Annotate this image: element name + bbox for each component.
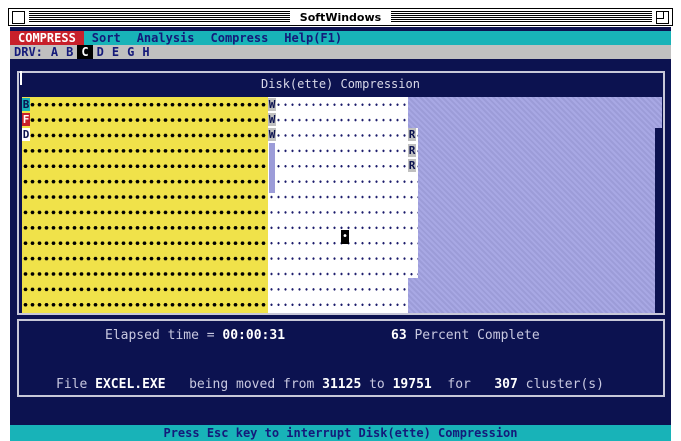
- row-mark-d: D: [22, 128, 30, 141]
- elapsed-label: Elapsed time =: [105, 328, 223, 343]
- w-mark-3: W: [268, 128, 276, 141]
- drive-h[interactable]: H: [138, 45, 153, 59]
- map-cursor-icon: •: [341, 230, 349, 244]
- from-cluster: 31125: [322, 377, 362, 392]
- disk-map-title: Disk(ette) Compression: [261, 77, 420, 91]
- menu-item-compress-active[interactable]: COMPRESS: [10, 31, 84, 45]
- free-cluster-dots: [268, 97, 408, 313]
- cluster-count: 307: [494, 377, 518, 392]
- r-mark-2: R: [408, 144, 416, 157]
- r-mark-1: R: [408, 128, 416, 141]
- drive-e[interactable]: E: [108, 45, 123, 59]
- to-cluster: 19751: [392, 377, 432, 392]
- file-label: File: [56, 377, 96, 392]
- w-mark-2: W: [268, 113, 276, 126]
- title-bar-stripes: [29, 11, 290, 23]
- title-bar-stripes-right: [391, 11, 652, 23]
- used-cluster-diamonds: [22, 97, 268, 313]
- drive-g[interactable]: G: [123, 45, 138, 59]
- elapsed-time-line: Elapsed time = 00:00:31: [105, 328, 285, 343]
- r-mark-3: R: [408, 159, 416, 172]
- row-mark-b: B: [22, 98, 30, 111]
- app-window: SoftWindows COMPRESS Sort Analysis Compr…: [0, 0, 681, 441]
- drive-a[interactable]: A: [47, 45, 62, 59]
- drive-bar: DRV: A B C D E G H: [10, 45, 671, 59]
- menu-bar: COMPRESS Sort Analysis Compress Help(F1): [10, 31, 671, 45]
- title-bar[interactable]: SoftWindows: [8, 8, 673, 26]
- cluster-label: cluster(s): [517, 377, 604, 392]
- percent-complete-line: 63 Percent Complete: [391, 328, 540, 343]
- menu-item-analysis[interactable]: Analysis: [129, 31, 203, 45]
- file-name: EXCEL.EXE: [95, 377, 166, 392]
- drive-d[interactable]: D: [93, 45, 108, 59]
- elapsed-value: 00:00:31: [222, 328, 286, 343]
- close-box-icon[interactable]: [12, 10, 25, 24]
- map-right-edge: [655, 128, 662, 313]
- row-mark-f: F: [22, 113, 30, 126]
- unused-disk-area: [408, 97, 662, 313]
- zoom-box-icon[interactable]: [656, 10, 669, 24]
- menu-item-help[interactable]: Help(F1): [276, 31, 350, 45]
- file-move-line: File EXCEL.EXE being moved from 31125 to…: [56, 377, 604, 392]
- for-label: for: [431, 377, 495, 392]
- window-title: SoftWindows: [293, 10, 388, 24]
- w-mark-1: W: [268, 98, 276, 111]
- drive-c-selected[interactable]: C: [77, 45, 93, 59]
- footer-hint: Press Esc key to interrupt Disk(ette) Co…: [10, 425, 671, 441]
- dos-screen: COMPRESS Sort Analysis Compress Help(F1)…: [10, 27, 671, 441]
- moved-label: being moved from: [165, 377, 323, 392]
- menu-item-sort[interactable]: Sort: [84, 31, 129, 45]
- menu-item-compress[interactable]: Compress: [203, 31, 277, 45]
- drive-prefix: DRV:: [14, 45, 43, 59]
- percent-value: 63: [391, 328, 407, 343]
- percent-label: Percent Complete: [406, 328, 540, 343]
- drive-b[interactable]: B: [62, 45, 77, 59]
- disk-cluster-map: B F D W W W R R R •: [22, 97, 662, 313]
- reading-bar: [269, 143, 275, 193]
- to-label: to: [361, 377, 393, 392]
